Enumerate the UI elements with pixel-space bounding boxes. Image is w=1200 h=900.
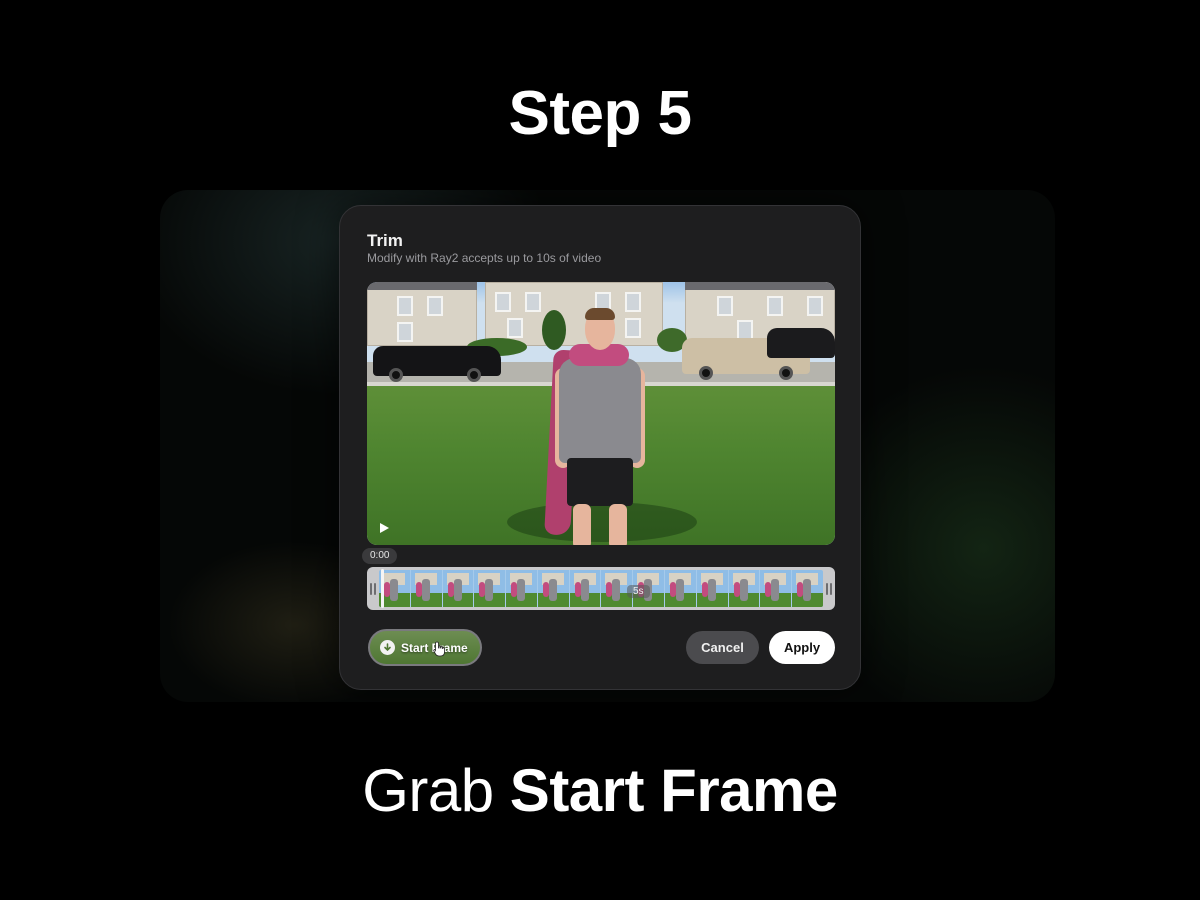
wheel [699, 366, 713, 380]
window [427, 296, 443, 316]
film-frame [696, 570, 729, 607]
trim-dialog: Trim Modify with Ray2 accepts up to 10s … [339, 205, 861, 690]
person-in-cape [544, 308, 655, 545]
film-frame [569, 570, 602, 607]
grip-line [374, 583, 376, 595]
wheel [467, 368, 481, 382]
window [525, 292, 541, 312]
grip-line [830, 583, 832, 595]
film-frame [760, 570, 793, 607]
trim-handle-right[interactable] [823, 570, 835, 607]
film-frame [792, 570, 823, 607]
window [737, 320, 753, 340]
window [625, 292, 641, 312]
wheel [389, 368, 403, 382]
step-title: Step 5 [508, 79, 692, 148]
window [767, 296, 783, 316]
window [495, 292, 511, 312]
hand-cursor-icon [433, 641, 447, 662]
window [717, 296, 733, 316]
film-frame [442, 570, 475, 607]
film-frame [728, 570, 761, 607]
film-frame [506, 570, 538, 607]
duration-label: 5s [627, 585, 650, 598]
window [397, 322, 413, 342]
window [507, 318, 523, 338]
apply-button[interactable]: Apply [769, 631, 835, 664]
playhead[interactable] [381, 569, 384, 608]
trim-timeline[interactable]: 5s [367, 567, 835, 610]
trim-handle-left[interactable] [367, 570, 379, 607]
grip-line [370, 583, 372, 595]
film-frame [665, 570, 697, 607]
film-frame [410, 570, 443, 607]
roof-right [685, 282, 835, 290]
hair [585, 308, 615, 320]
caption: Grab Start Frame [0, 756, 1200, 825]
film-frame [537, 570, 570, 607]
film-frame [474, 570, 507, 607]
play-icon[interactable] [377, 521, 391, 535]
shorts [567, 458, 633, 506]
video-preview[interactable] [367, 282, 835, 545]
dialog-title: Trim [367, 231, 403, 250]
roof-left [367, 282, 477, 290]
current-time: 0:00 [362, 548, 398, 564]
caption-light: Grab [362, 757, 494, 824]
dark-truck [767, 328, 835, 358]
window [807, 296, 823, 316]
wheel [779, 366, 793, 380]
window [397, 296, 413, 316]
house-left [367, 284, 477, 346]
grip-line [826, 583, 828, 595]
filmstrip[interactable]: 5s [379, 570, 823, 607]
right-leg [609, 504, 627, 545]
cancel-button[interactable]: Cancel [686, 631, 759, 664]
left-leg [573, 504, 591, 545]
dialog-subtitle: Modify with Ray2 accepts up to 10s of vi… [367, 251, 602, 265]
caption-bold: Start Frame [509, 757, 838, 824]
start-frame-button[interactable]: Start Frame [368, 629, 482, 666]
shirt [559, 358, 641, 463]
download-arrow-icon [380, 640, 395, 655]
